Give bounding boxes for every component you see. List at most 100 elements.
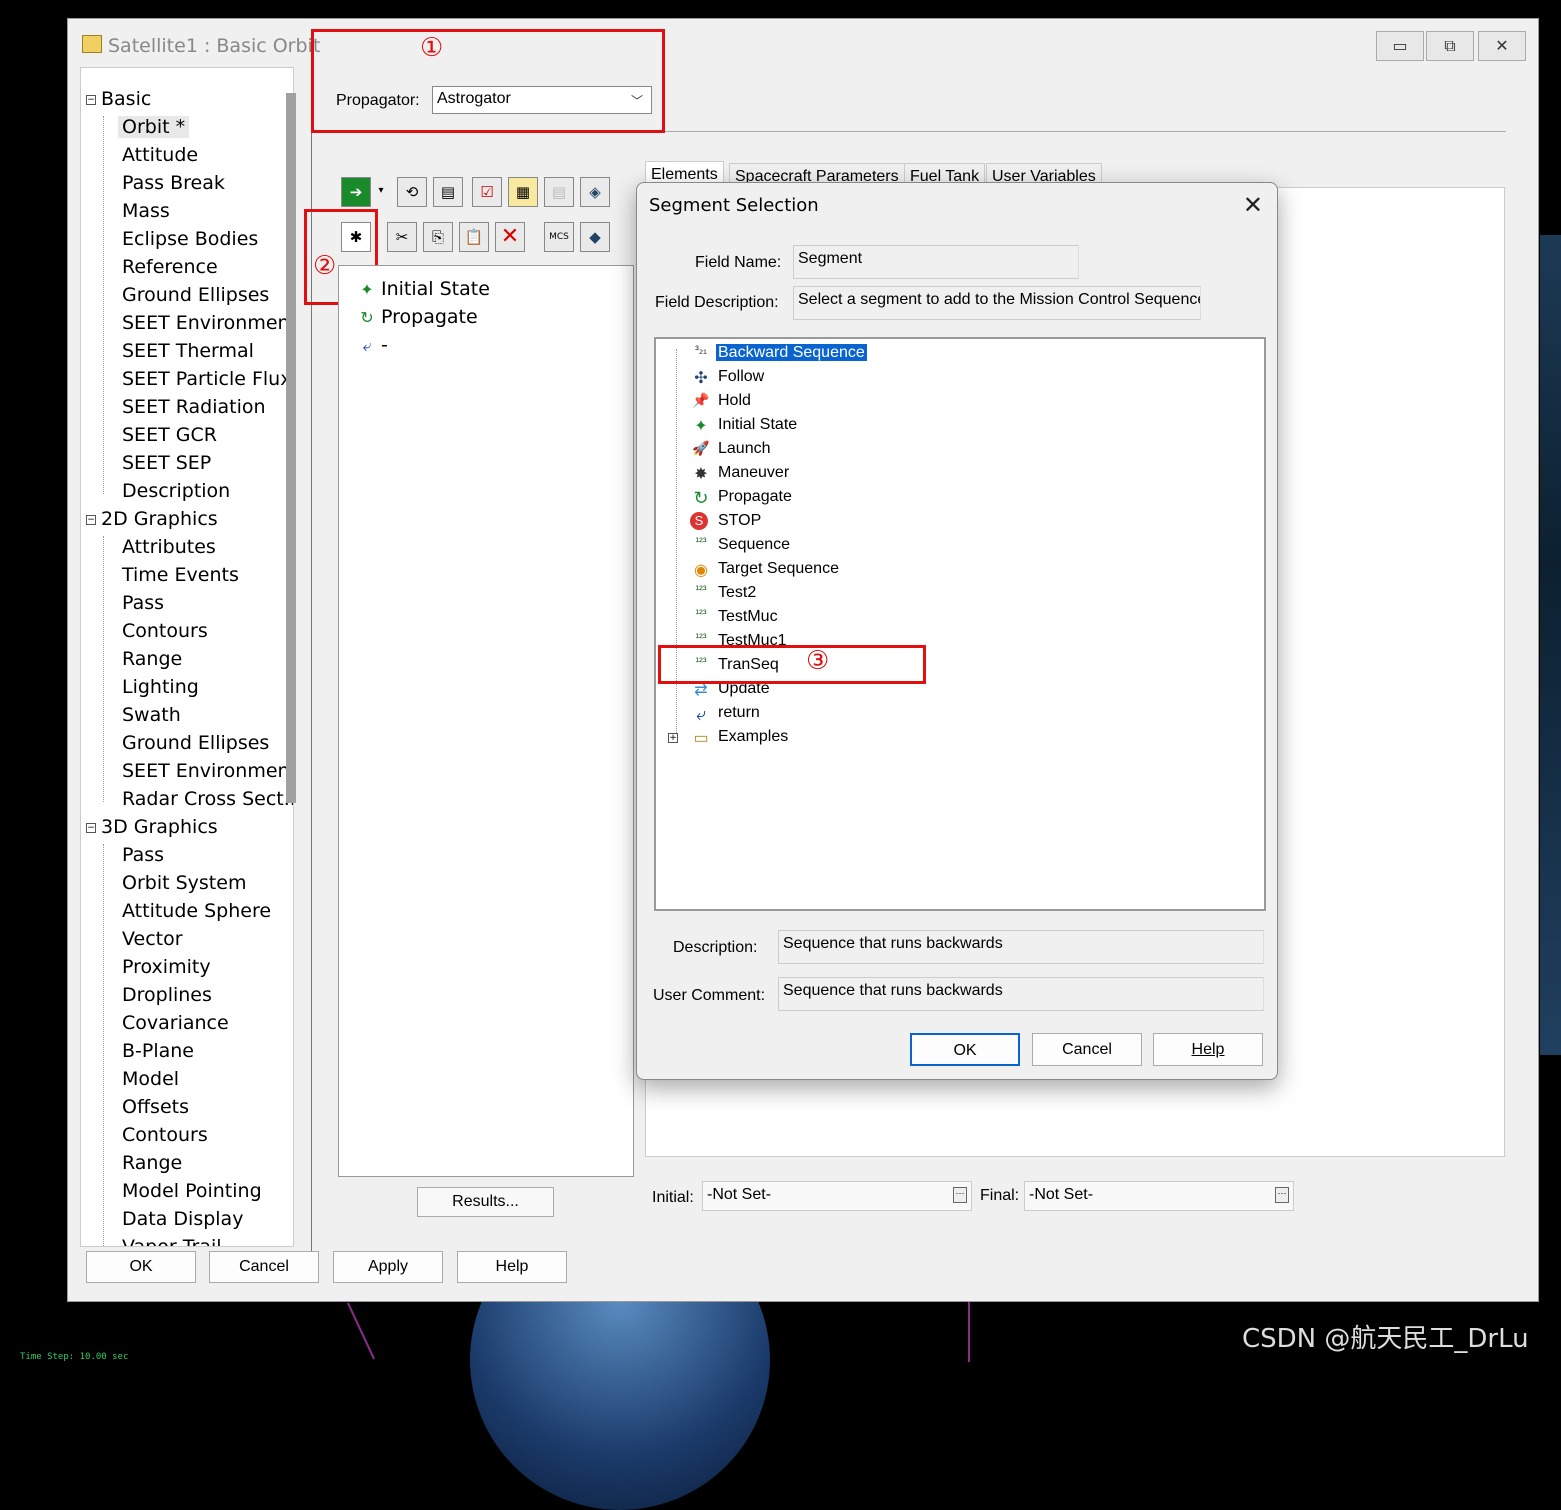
segment-item[interactable]: ▭ Examples (693, 728, 788, 747)
tree-item[interactable]: Orbit * (118, 116, 190, 138)
run-icon[interactable]: ➔ (341, 177, 371, 207)
tree-item[interactable]: Attributes (122, 536, 216, 558)
step-icon[interactable]: ⟲ (397, 177, 427, 207)
segment-item[interactable]: ¹²³ TestMuc (696, 608, 778, 626)
mcs-icon[interactable]: MCS (544, 222, 574, 252)
tree-group[interactable]: 2D Graphics (101, 508, 218, 530)
tree-item[interactable]: SEET Environment (122, 312, 293, 334)
delete-icon[interactable]: ✕ (495, 222, 525, 252)
property-tree[interactable]: − Basic Orbit * Attitude Pass Break Mass Eclip… (80, 67, 294, 1247)
results-button[interactable]: Results... (417, 1187, 554, 1217)
segment-item[interactable]: ✸ Maneuver (694, 464, 789, 483)
component-icon[interactable]: ◈ (580, 177, 610, 207)
dialog-ok-button[interactable]: OK (910, 1033, 1020, 1066)
mcs-item[interactable]: ⤶ - (357, 334, 388, 356)
dialog-cancel-button[interactable]: Cancel (1032, 1033, 1142, 1066)
tree-item[interactable]: Pass Break (122, 172, 225, 194)
tree-item[interactable]: Droplines (122, 984, 212, 1006)
segment-tree[interactable]: ³₂₁ Backward Sequence ✣ Follow 📌 Hold ✦ Initial… (654, 337, 1266, 911)
mission-control-sequence-list[interactable]: ✦ Initial State ↻ Propagate ⤶ - (338, 265, 634, 1177)
dialog-close-icon[interactable]: ✕ (1243, 191, 1263, 219)
tree-item[interactable]: Model Pointing (122, 1180, 262, 1202)
tree-item[interactable]: Pass (122, 844, 164, 866)
tree-item[interactable]: Contours (122, 1124, 208, 1146)
tree-group[interactable]: Basic (101, 88, 151, 110)
segment-item[interactable]: S STOP (690, 512, 761, 530)
tree-item[interactable]: Vector (122, 928, 183, 950)
clear-icon[interactable]: ▤ (433, 177, 463, 207)
tree-item[interactable]: Covariance (122, 1012, 229, 1034)
cancel-button[interactable]: Cancel (209, 1251, 319, 1283)
tree-group[interactable]: 3D Graphics (101, 816, 218, 838)
segment-item[interactable]: ✣ Follow (694, 368, 764, 387)
tree-item[interactable]: SEET GCR (122, 424, 217, 446)
minimize-button[interactable]: ▭ (1376, 31, 1424, 61)
collapse-icon[interactable]: − (86, 823, 96, 833)
tree-item[interactable]: Data Display (122, 1208, 243, 1230)
apply-button[interactable]: Apply (333, 1251, 443, 1283)
copy-icon[interactable]: ⎘ (423, 222, 453, 252)
tree-item[interactable]: Lighting (122, 676, 199, 698)
segment-item[interactable]: ¹²³ Test2 (696, 584, 757, 602)
segment-item[interactable]: ¹²³ Sequence (696, 536, 791, 554)
tree-item[interactable]: Description (122, 480, 230, 502)
tree-item[interactable]: B-Plane (122, 1040, 194, 1062)
tree-item[interactable]: SEET Radiation (122, 396, 266, 418)
tree-item[interactable]: Swath (122, 704, 181, 726)
ok-button[interactable]: OK (86, 1251, 196, 1283)
picker-icon[interactable]: ⋯ (1275, 1187, 1289, 1203)
final-field[interactable]: -Not Set- ⋯ (1024, 1181, 1294, 1211)
tree-item[interactable]: Radar Cross Sect... (122, 788, 293, 810)
segment-item-label: Initial State (718, 416, 798, 433)
cut-icon[interactable]: ✂ (387, 222, 417, 252)
maximize-button[interactable]: ⧉ (1426, 31, 1474, 61)
paste-icon[interactable]: 📋 (459, 222, 489, 252)
tree-item[interactable]: Ground Ellipses (122, 732, 269, 754)
mcs-item[interactable]: ↻ Propagate (357, 306, 477, 328)
tree-item[interactable]: Offsets (122, 1096, 189, 1118)
segment-item[interactable]: ◉ Target Sequence (694, 560, 839, 579)
segment-item[interactable]: 🚀 Launch (692, 440, 770, 458)
tree-item[interactable]: Model (122, 1068, 179, 1090)
help-button[interactable]: Help (457, 1251, 567, 1283)
collapse-icon[interactable]: − (86, 515, 96, 525)
component-browser-icon[interactable]: ◆ (580, 222, 610, 252)
mcs-item[interactable]: ✦ Initial State (357, 278, 490, 300)
expand-icon[interactable]: + (668, 733, 678, 743)
segment-item[interactable]: 📌 Hold (692, 392, 751, 410)
folder-icon: ▭ (693, 730, 709, 747)
tree-item[interactable]: Time Events (122, 564, 239, 586)
segment-item[interactable]: ↻ Propagate (693, 488, 791, 508)
tree-item[interactable]: Range (122, 1152, 182, 1174)
tree-item[interactable]: SEET SEP (122, 452, 211, 474)
tree-item[interactable]: Ground Ellipses (122, 284, 269, 306)
user-comment-field[interactable]: Sequence that runs backwards (778, 977, 1264, 1011)
initial-field[interactable]: -Not Set- ⋯ (702, 1181, 972, 1211)
segment-item[interactable]: ✦ Initial State (694, 416, 798, 435)
tree-item[interactable]: Vapor Trail (122, 1236, 222, 1246)
tree-item[interactable]: Orbit System (122, 872, 246, 894)
tree-item[interactable]: Contours (122, 620, 208, 642)
tree-item[interactable]: SEET Thermal (122, 340, 254, 362)
tree-item[interactable]: Pass (122, 592, 164, 614)
tree-item[interactable]: Mass (122, 200, 170, 222)
tree-item[interactable]: SEET Particle Flux (122, 368, 291, 390)
tree-item-label: Swath (122, 704, 181, 726)
collapse-icon[interactable]: − (86, 95, 96, 105)
run-dropdown-icon[interactable]: ▾ (374, 177, 388, 207)
tree-item[interactable]: Reference (122, 256, 218, 278)
close-button[interactable]: ✕ (1478, 31, 1526, 61)
summary-icon[interactable]: ▦ (508, 177, 538, 207)
picker-icon[interactable]: ⋯ (953, 1187, 967, 1203)
tree-item[interactable]: Proximity (122, 956, 211, 978)
tree-item[interactable]: Range (122, 648, 182, 670)
tree-item[interactable]: Attitude (122, 144, 198, 166)
tree-item[interactable]: Eclipse Bodies (122, 228, 258, 250)
tree-item[interactable]: Attitude Sphere (122, 900, 271, 922)
tree-scrollbar[interactable] (286, 93, 296, 803)
segment-item[interactable]: ³₂₁ Backward Sequence (695, 344, 867, 362)
dialog-help-button[interactable]: Help (1153, 1033, 1263, 1066)
segment-item[interactable]: ⤶ return (696, 704, 760, 724)
tree-item[interactable]: SEET Environment (122, 760, 293, 782)
check-icon[interactable]: ☑ (472, 177, 502, 207)
